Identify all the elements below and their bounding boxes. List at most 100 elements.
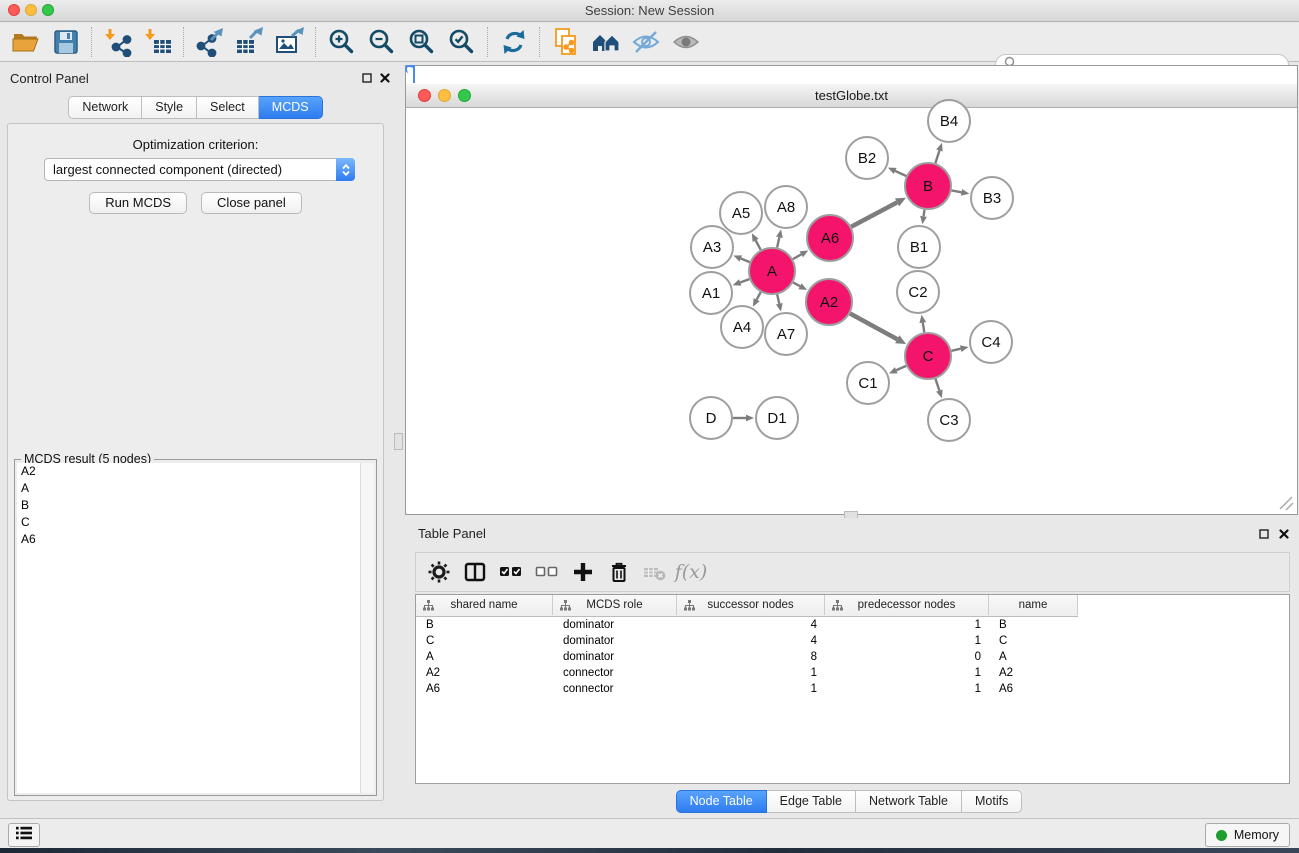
tab-mcds[interactable]: MCDS <box>259 96 323 119</box>
open-session-button[interactable] <box>6 25 46 59</box>
graph-node-A[interactable]: A <box>749 248 795 294</box>
import-table-button[interactable] <box>138 25 178 59</box>
network-graph-canvas[interactable]: B4 B2 B B3 B1 A5A8A6 A3 A A1 A2 A4A7 C2 C C4 C1 C3 D D1 <box>406 89 1297 514</box>
zoom-fit-icon <box>407 27 437 57</box>
graph-node-B[interactable]: B <box>905 163 951 209</box>
criterion-dropdown[interactable]: largest connected component (directed) <box>44 158 355 181</box>
show-all-button[interactable] <box>666 25 706 59</box>
zoom-in-button[interactable] <box>322 25 362 59</box>
graph-edge-A-A6[interactable] <box>793 254 801 259</box>
mcds-result-item[interactable]: A6 <box>17 531 360 548</box>
mcds-result-scrollbar[interactable] <box>360 463 374 793</box>
window-resize-grip[interactable] <box>1280 497 1293 510</box>
tab-motifs[interactable]: Motifs <box>962 790 1022 813</box>
table-row[interactable]: Cdominator41C <box>416 633 1289 649</box>
graph-node-A5[interactable]: A5 <box>720 192 762 234</box>
float-panel-icon[interactable] <box>361 72 373 84</box>
export-network-button[interactable] <box>190 25 230 59</box>
graph-node-B4[interactable]: B4 <box>928 100 970 142</box>
graph-node-B2[interactable]: B2 <box>846 137 888 179</box>
graph-node-B3[interactable]: B3 <box>971 177 1013 219</box>
tab-edge-table[interactable]: Edge Table <box>767 790 856 813</box>
column-header-shared-name[interactable]: shared name <box>416 595 553 615</box>
mcds-result-list[interactable]: A2ABCA6 <box>17 463 361 793</box>
graph-edge-B-B4[interactable] <box>935 150 939 163</box>
graph-edge-C-C1[interactable] <box>896 366 906 370</box>
mcds-result-item[interactable]: A2 <box>17 463 360 480</box>
graph-node-C1[interactable]: C1 <box>847 362 889 404</box>
task-history-button[interactable] <box>8 823 40 847</box>
graph-edge-A-A7[interactable] <box>777 294 779 303</box>
graph-edge-A2-C[interactable] <box>850 313 897 339</box>
table-row[interactable]: Adominator80A <box>416 649 1289 665</box>
column-header-successor-nodes[interactable]: successor nodes <box>677 595 825 615</box>
graph-edge-C-C4[interactable] <box>951 349 960 351</box>
add-column-button[interactable] <box>570 559 596 585</box>
table-row[interactable]: A2connector11A2 <box>416 665 1289 681</box>
settings-gear-button[interactable] <box>426 559 452 585</box>
graph-edge-A6-B[interactable] <box>851 202 897 226</box>
save-session-button[interactable] <box>46 25 86 59</box>
graph-edge-C-C2[interactable] <box>923 323 925 333</box>
graph-node-A3[interactable]: A3 <box>691 226 733 268</box>
tab-network-table[interactable]: Network Table <box>856 790 962 813</box>
column-visibility-button[interactable] <box>462 559 488 585</box>
mcds-result-item[interactable]: B <box>17 497 360 514</box>
graph-node-C2[interactable]: C2 <box>897 271 939 313</box>
tab-select[interactable]: Select <box>197 96 259 119</box>
graph-edge-A-A8[interactable] <box>777 237 779 247</box>
export-table-button[interactable] <box>230 25 270 59</box>
close-panel-button[interactable]: Close panel <box>201 192 302 214</box>
graph-node-B1[interactable]: B1 <box>898 226 940 268</box>
graph-edge-A-A5[interactable] <box>756 240 761 249</box>
tab-node-table[interactable]: Node Table <box>676 790 767 813</box>
graph-node-A8[interactable]: A8 <box>765 186 807 228</box>
column-header-MCDS-role[interactable]: MCDS role <box>553 595 677 615</box>
close-panel-icon[interactable] <box>379 72 391 84</box>
close-table-panel-icon[interactable] <box>1278 528 1290 540</box>
graph-node-C[interactable]: C <box>905 333 951 379</box>
graph-edge-A-A1[interactable] <box>740 279 749 282</box>
vertical-divider-grip[interactable] <box>394 433 403 450</box>
graph-edge-A-A3[interactable] <box>741 259 750 263</box>
zoom-out-button[interactable] <box>362 25 402 59</box>
table-row[interactable]: A6connector11A6 <box>416 681 1289 697</box>
graph-node-C4[interactable]: C4 <box>970 321 1012 363</box>
graph-node-A1[interactable]: A1 <box>690 272 732 314</box>
deselect-all-checkboxes-button[interactable] <box>534 559 560 585</box>
graph-edge-B-B2[interactable] <box>895 171 906 176</box>
graph-edge-A-A4[interactable] <box>757 292 761 300</box>
mcds-result-item[interactable]: C <box>17 514 360 531</box>
graph-edge-A-A2[interactable] <box>793 282 800 286</box>
hide-selected-button[interactable] <box>626 25 666 59</box>
tab-style[interactable]: Style <box>142 96 197 119</box>
graph-node-A6[interactable]: A6 <box>807 215 853 261</box>
new-network-from-selection-button[interactable] <box>546 25 586 59</box>
graph-edge-B-B1[interactable] <box>924 210 925 217</box>
first-neighbors-button[interactable] <box>586 25 626 59</box>
graph-edge-B-B3[interactable] <box>952 190 962 192</box>
delete-column-button[interactable] <box>606 559 632 585</box>
graph-edge-C-C3[interactable] <box>935 379 939 391</box>
float-table-panel-icon[interactable] <box>1258 528 1270 540</box>
table-row[interactable]: Bdominator41B <box>416 617 1289 633</box>
graph-node-A4[interactable]: A4 <box>721 306 763 348</box>
graph-node-A7[interactable]: A7 <box>765 313 807 355</box>
tab-network[interactable]: Network <box>68 96 142 119</box>
mcds-result-item[interactable]: A <box>17 480 360 497</box>
zoom-fit-button[interactable] <box>402 25 442 59</box>
graph-node-D[interactable]: D <box>690 397 732 439</box>
graph-node-C3[interactable]: C3 <box>928 399 970 441</box>
import-network-button[interactable] <box>98 25 138 59</box>
zoom-selected-button[interactable] <box>442 25 482 59</box>
column-header-name[interactable]: name <box>989 595 1078 615</box>
column-header-predecessor-nodes[interactable]: predecessor nodes <box>825 595 989 615</box>
export-image-button[interactable] <box>270 25 310 59</box>
graph-node-D1[interactable]: D1 <box>756 397 798 439</box>
graph-node-A2[interactable]: A2 <box>806 279 852 325</box>
memory-button[interactable]: Memory <box>1205 823 1290 847</box>
run-mcds-button[interactable]: Run MCDS <box>89 192 187 214</box>
select-all-checkboxes-button[interactable] <box>498 559 524 585</box>
app-titlebar[interactable]: Session: New Session <box>0 0 1299 22</box>
refresh-button[interactable] <box>494 25 534 59</box>
